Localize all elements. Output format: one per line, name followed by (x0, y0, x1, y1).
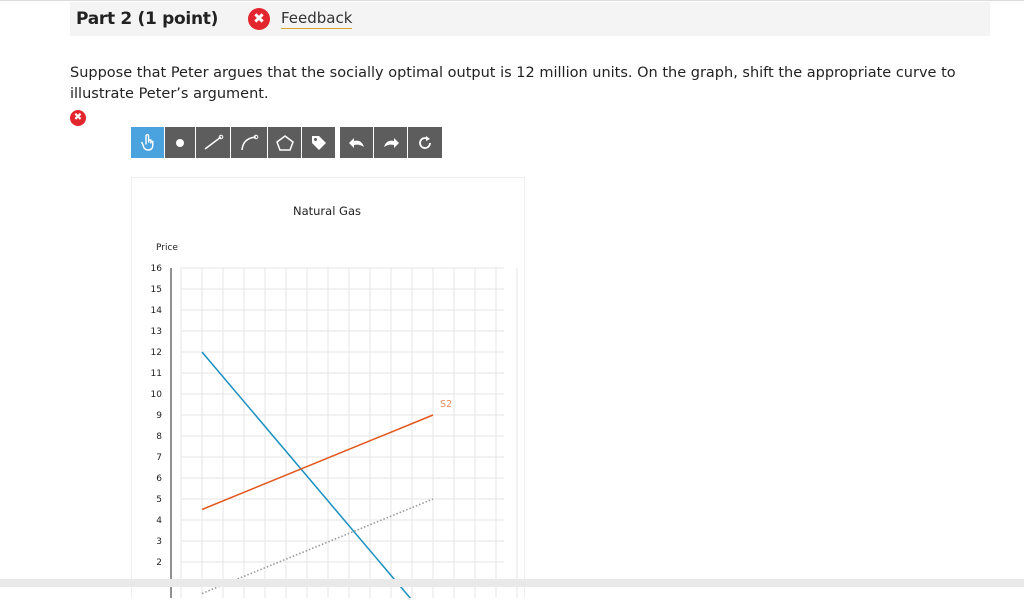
question-text: Suppose that Peter argues that the socia… (70, 65, 956, 102)
y-tick-label: 8 (156, 432, 162, 442)
hand-pointer-tool[interactable] (131, 127, 164, 158)
point-icon (176, 138, 184, 147)
y-tick-label: 2 (156, 558, 162, 568)
tag-icon (311, 135, 326, 150)
undo-button[interactable] (340, 127, 373, 158)
y-axis-label: Price (156, 243, 178, 253)
chart-canvas[interactable]: 12345678910111213141516Natural GasPriceS… (132, 178, 524, 602)
series-line-2[interactable] (201, 414, 434, 511)
reset-icon (419, 135, 431, 149)
series-line-1[interactable] (201, 351, 433, 602)
redo-icon (383, 137, 399, 148)
y-tick-label: 13 (151, 327, 162, 337)
y-tick-label: 11 (151, 369, 162, 379)
y-tick-label: 7 (156, 453, 162, 463)
y-tick-label: 10 (151, 390, 163, 400)
y-tick-label: 16 (151, 264, 163, 274)
feedback-link[interactable]: Feedback (281, 9, 353, 29)
reset-button[interactable] (408, 127, 442, 158)
part-title: Part 2 (1 point) (76, 9, 219, 29)
tag-tool[interactable] (302, 127, 335, 158)
curve-tool[interactable] (231, 127, 267, 158)
y-tick-label: 3 (156, 537, 162, 547)
error-icon: ✖ (70, 110, 86, 126)
y-tick-label: 4 (156, 516, 162, 526)
line-tool[interactable] (196, 127, 230, 158)
part-header: Part 2 (1 point) ✖ Feedback (70, 2, 990, 36)
polygon-icon (275, 134, 294, 151)
curve-icon (241, 134, 259, 150)
x-circle-icon: ✖ (248, 8, 270, 30)
series-label: S2 (440, 399, 452, 410)
y-tick-label: 5 (156, 495, 162, 505)
line-icon (204, 134, 224, 150)
undo-icon (348, 137, 364, 148)
point-tool[interactable] (165, 127, 195, 158)
redo-button[interactable] (374, 127, 407, 158)
chart-title: Natural Gas (293, 204, 361, 218)
hand-pointer-icon (140, 133, 153, 151)
y-tick-label: 15 (151, 285, 162, 295)
graph-panel: 12345678910111213141516Natural GasPriceS… (131, 177, 525, 602)
bottom-border (0, 579, 1024, 587)
top-border (0, 0, 1024, 1)
y-tick-label: 12 (151, 348, 162, 358)
y-tick-label: 6 (156, 474, 162, 484)
y-tick-label: 9 (156, 411, 162, 421)
y-tick-label: 14 (151, 306, 163, 316)
polygon-tool[interactable] (268, 127, 301, 158)
